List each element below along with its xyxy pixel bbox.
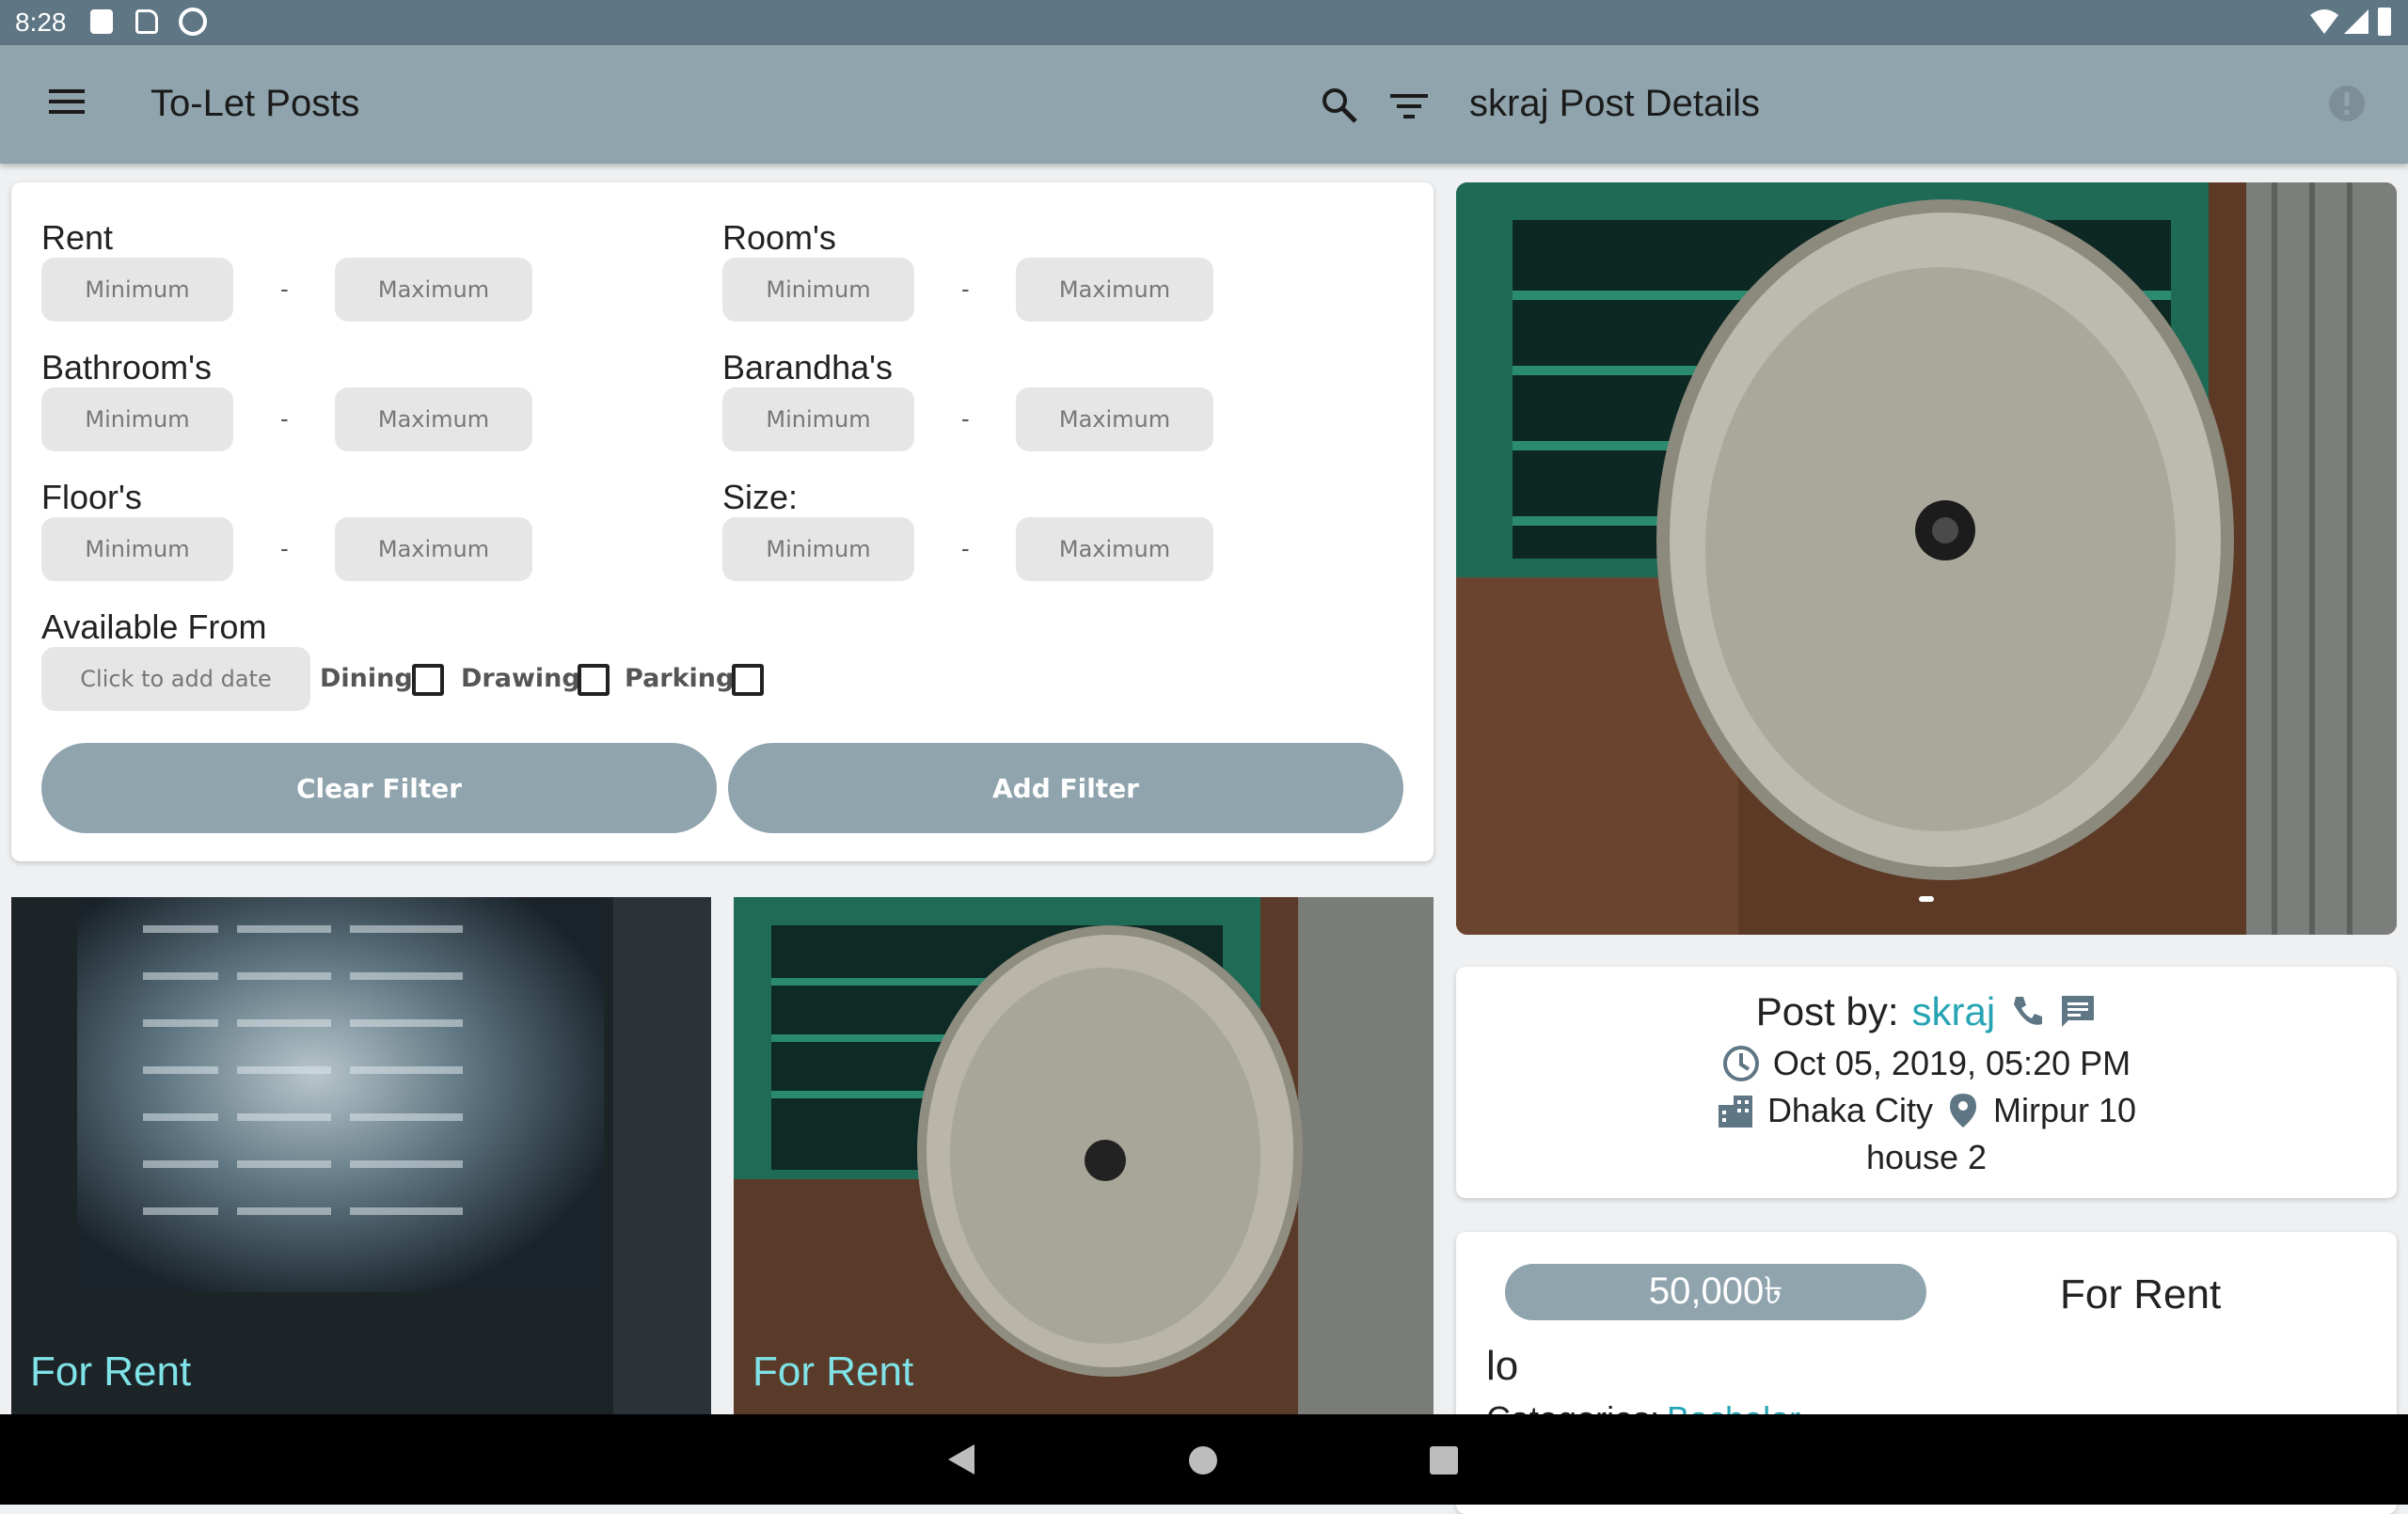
dining-label: Dining [320, 664, 413, 693]
rooms-max-input[interactable]: Maximum [1016, 258, 1213, 322]
navigation-bar [0, 1414, 2408, 1505]
floors-max-input[interactable]: Maximum [335, 517, 532, 581]
bathrooms-max-input[interactable]: Maximum [335, 387, 532, 451]
status-time: 8:28 [15, 8, 67, 37]
wifi-icon [2310, 9, 2338, 34]
post-card[interactable]: For Rent [734, 897, 1434, 1414]
bathrooms-label: Bathroom's [41, 348, 212, 386]
phone-icon[interactable] [2008, 993, 2046, 1031]
bathrooms-min-input[interactable]: Minimum [41, 387, 233, 451]
city-text: Dhaka City [1766, 1091, 1933, 1129]
dining-checkbox[interactable] [412, 664, 444, 696]
post-photo [1456, 182, 2397, 935]
battery-icon [2378, 8, 2391, 36]
page-title: To-Let Posts [150, 83, 360, 124]
post-type-label: For Rent [752, 1348, 914, 1395]
size-max-input[interactable]: Maximum [1016, 517, 1213, 581]
barandhas-max-input[interactable]: Maximum [1016, 387, 1213, 451]
clear-filter-button[interactable]: Clear Filter [41, 743, 717, 833]
range-dash: - [961, 534, 970, 562]
add-filter-button[interactable]: Add Filter [728, 743, 1403, 833]
rent-max-input[interactable]: Maximum [335, 258, 532, 322]
rooms-label: Room's [722, 218, 836, 257]
location-pin-icon [1950, 1094, 1976, 1128]
range-dash: - [961, 404, 970, 433]
recents-icon[interactable] [1428, 1444, 1460, 1476]
filter-icon[interactable] [1390, 92, 1428, 120]
barandhas-label: Barandha's [722, 348, 894, 386]
back-icon[interactable] [944, 1443, 978, 1476]
post-image [734, 897, 1434, 1414]
rooms-min-input[interactable]: Minimum [722, 258, 914, 322]
post-by-label: Post by: [1755, 989, 1899, 1033]
sd-card-icon [135, 9, 158, 34]
post-title: lo [1486, 1343, 1519, 1389]
post-type-label: For Rent [30, 1348, 192, 1395]
post-image-carousel[interactable] [1456, 182, 2397, 935]
drawing-label: Drawing [461, 664, 580, 693]
sync-icon [179, 8, 207, 36]
message-icon[interactable] [2059, 993, 2097, 1031]
menu-icon[interactable] [49, 83, 85, 120]
city-icon [1718, 1096, 1752, 1128]
keyboard-icon [90, 9, 113, 34]
range-dash: - [280, 534, 289, 562]
barandhas-min-input[interactable]: Minimum [722, 387, 914, 451]
post-image [11, 897, 711, 1414]
filter-card: Rent Minimum - Maximum Room's Minimum - … [11, 182, 1434, 861]
post-datetime: Oct 05, 2019, 05:20 PM [1772, 1044, 2131, 1082]
size-min-input[interactable]: Minimum [722, 517, 914, 581]
report-icon[interactable] [2328, 85, 2366, 122]
available-from-label: Available From [41, 607, 267, 646]
status-bar: 8:28 [0, 0, 2408, 45]
author-link[interactable]: skraj [1912, 989, 1996, 1034]
post-info-card: Post by: skraj Oct 05, 2019, 05:20 PM Dh… [1456, 967, 2397, 1198]
size-label: Size: [722, 478, 799, 516]
search-icon[interactable] [1321, 87, 1358, 124]
listing-type: For Rent [2060, 1271, 2222, 1317]
home-icon[interactable] [1187, 1444, 1219, 1476]
parking-label: Parking [625, 664, 735, 693]
range-dash: - [280, 404, 289, 433]
range-dash: - [961, 275, 970, 303]
signal-icon [2344, 9, 2368, 34]
parking-checkbox[interactable] [732, 664, 764, 696]
drawing-checkbox[interactable] [578, 664, 610, 696]
app-bar: To-Let Posts skraj Post Details [0, 45, 2408, 164]
floors-min-input[interactable]: Minimum [41, 517, 233, 581]
details-title: skraj Post Details [1469, 83, 1760, 124]
post-card[interactable]: For Rent [11, 897, 711, 1414]
address-text: house 2 [1865, 1138, 1988, 1176]
rent-min-input[interactable]: Minimum [41, 258, 233, 322]
floors-label: Floor's [41, 478, 142, 516]
rent-label: Rent [41, 218, 114, 257]
clock-icon [1722, 1046, 1759, 1081]
date-picker-field[interactable]: Click to add date [41, 647, 310, 711]
range-dash: - [280, 275, 289, 303]
price-badge: 50,000৳ [1505, 1264, 1926, 1320]
area-text: Mirpur 10 [1993, 1091, 2137, 1129]
